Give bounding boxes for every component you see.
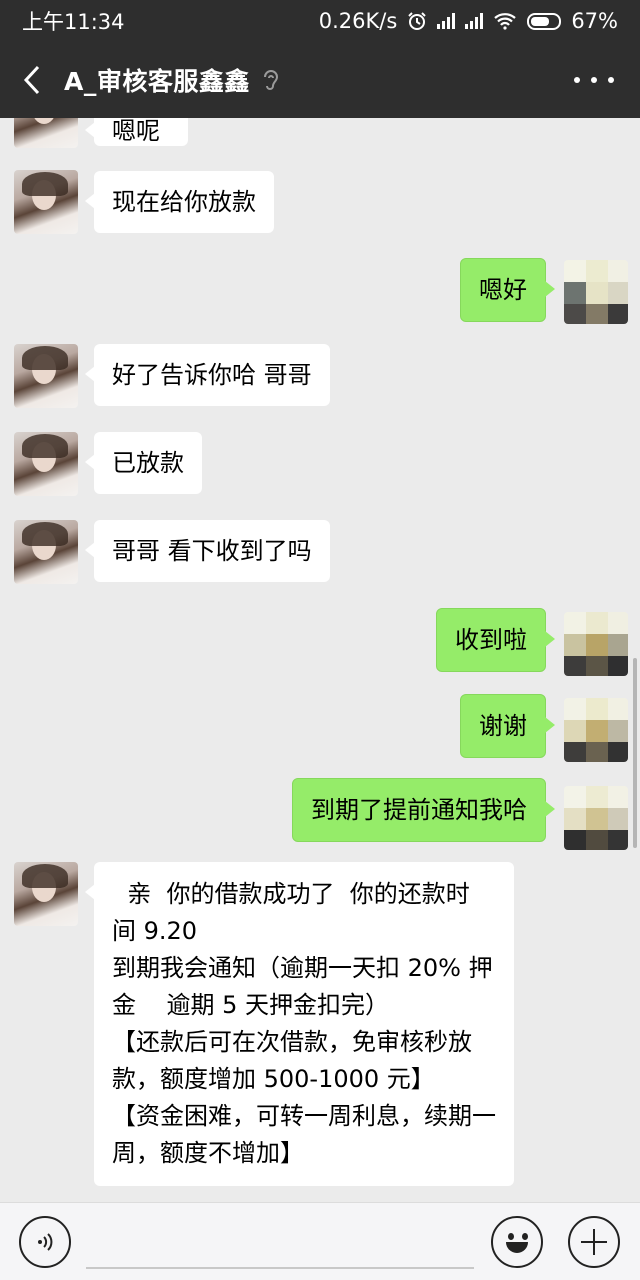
message-bubble-received[interactable]: 嗯呢 — [85, 118, 188, 146]
more-icon — [574, 77, 580, 83]
plus-button[interactable] — [568, 1216, 620, 1268]
back-icon — [23, 65, 40, 95]
message-line: 金 逾期 5 天押金扣完） — [112, 991, 390, 1019]
signal-icon — [465, 13, 484, 29]
message-bubble-sent[interactable]: 收到啦 — [436, 608, 555, 672]
scrollbar[interactable] — [633, 658, 637, 848]
emoji-button[interactable] — [491, 1216, 543, 1268]
chat-title: A_审核客服鑫鑫 — [64, 67, 250, 96]
battery-percent: 67% — [571, 9, 618, 33]
contact-avatar[interactable] — [14, 344, 78, 408]
message-bubble-received[interactable]: 好了告诉你哈 哥哥 — [85, 344, 330, 406]
message-bubble-sent[interactable]: 嗯好 — [460, 258, 555, 322]
wifi-icon — [494, 13, 517, 30]
battery-icon — [527, 12, 562, 30]
user-avatar[interactable] — [564, 612, 628, 676]
message-bubble-received[interactable]: 已放款 — [85, 432, 202, 494]
status-bar: 上午11:34 0.26K/s 67% — [0, 0, 640, 42]
more-button[interactable] — [574, 66, 614, 94]
message-bubble-sent[interactable]: 谢谢 — [460, 694, 555, 758]
contact-avatar[interactable] — [14, 862, 78, 926]
contact-avatar[interactable] — [14, 170, 78, 234]
signal-icon — [437, 13, 456, 29]
message-line: 【还款后可在次借款，免审核秒放 — [112, 1028, 472, 1056]
message-input[interactable] — [86, 1217, 474, 1269]
message-bubble-received[interactable]: 现在给你放款 — [85, 171, 274, 233]
user-avatar[interactable] — [564, 698, 628, 762]
message-line: 亲 你的借款成功了 你的还款时 — [112, 880, 470, 908]
user-avatar[interactable] — [564, 260, 628, 324]
contact-avatar[interactable] — [14, 432, 78, 496]
alarm-icon — [408, 12, 427, 30]
message-line: 间 9.20 — [112, 917, 198, 945]
message-line: 周，额度不增加】 — [112, 1139, 304, 1167]
message-line: 款，额度增加 500-1000 元】 — [112, 1065, 435, 1093]
message-bubble-received[interactable]: 哥哥 看下收到了吗 — [85, 520, 330, 582]
contact-avatar[interactable] — [14, 520, 78, 584]
message-line: 【资金困难，可转一周利息，续期一 — [112, 1102, 496, 1130]
message-bubble-sent[interactable]: 到期了提前通知我哈 — [292, 778, 555, 842]
message-line: 到期我会通知（逾期一天扣 20% 押 — [112, 954, 493, 982]
user-avatar[interactable] — [564, 786, 628, 850]
ear-icon — [263, 70, 278, 90]
network-speed: 0.26K/s — [318, 9, 398, 33]
chat-header: A_审核客服鑫鑫 — [0, 42, 640, 118]
voice-icon — [38, 1233, 53, 1251]
message-list[interactable]: 嗯呢 现在给你放款 嗯好 好了告诉你哈 哥哥 已放款 哥哥 看下收到了吗 收到啦… — [0, 118, 640, 1202]
back-button[interactable] — [0, 42, 64, 118]
contact-avatar[interactable] — [14, 118, 78, 148]
status-time: 上午11:34 — [22, 10, 125, 34]
voice-button[interactable] — [19, 1216, 71, 1268]
message-bubble-received[interactable]: 亲 你的借款成功了 你的还款时 间 9.20 到期我会通知（逾期一天扣 20% … — [85, 862, 514, 1186]
input-bar — [0, 1202, 640, 1280]
